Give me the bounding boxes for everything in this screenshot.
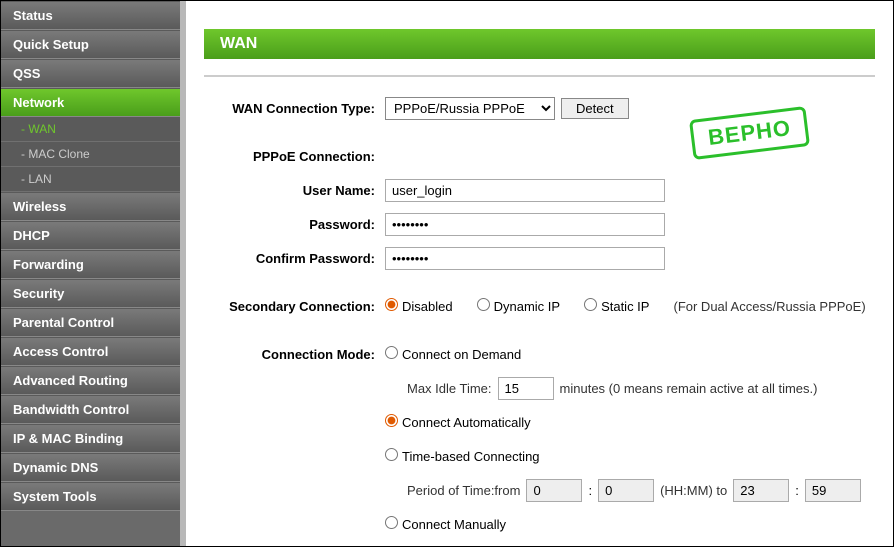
label-confirm: Confirm Password: (210, 251, 385, 266)
radio-mode-auto[interactable]: Connect Automatically (385, 414, 531, 430)
sidebar-sub-mac-clone[interactable]: - MAC Clone (1, 142, 180, 167)
label-pppoe: PPPoE Connection: (210, 149, 385, 164)
radio-secondary-dynamic[interactable]: Dynamic IP (477, 298, 560, 314)
radio-mode-timebased[interactable]: Time-based Connecting (385, 448, 540, 464)
sidebar-item-advanced-routing[interactable]: Advanced Routing (1, 366, 180, 395)
sidebar-item-qss[interactable]: QSS (1, 59, 180, 88)
minutes-note-1: minutes (0 means remain active at all ti… (560, 381, 818, 396)
sidebar-item-parental-control[interactable]: Parental Control (1, 308, 180, 337)
password-input[interactable] (385, 213, 665, 236)
select-conn-type[interactable]: PPPoE/Russia PPPoE (385, 97, 555, 120)
period-to-m[interactable] (805, 479, 861, 502)
label-username: User Name: (210, 183, 385, 198)
sidebar: Status Quick Setup QSS Network - WAN - M… (1, 1, 186, 546)
label-mode: Connection Mode: (210, 347, 385, 362)
label-hhmm-to: (HH:MM) to (660, 483, 727, 498)
sidebar-item-status[interactable]: Status (1, 1, 180, 30)
sidebar-item-network[interactable]: Network (1, 88, 180, 117)
label-password: Password: (210, 217, 385, 232)
label-secondary: Secondary Connection: (210, 299, 385, 314)
max-idle-input-1[interactable] (498, 377, 554, 400)
main-panel: WAN ВЕРНО WAN Connection Type: PPPoE/Rus… (186, 1, 893, 546)
sidebar-sub-lan[interactable]: - LAN (1, 167, 180, 192)
sidebar-item-ip-mac-binding[interactable]: IP & MAC Binding (1, 424, 180, 453)
period-from-h[interactable] (526, 479, 582, 502)
radio-mode-ondemand[interactable]: Connect on Demand (385, 346, 521, 362)
sidebar-sub-wan[interactable]: - WAN (1, 117, 180, 142)
period-to-h[interactable] (733, 479, 789, 502)
username-input[interactable] (385, 179, 665, 202)
sidebar-item-security[interactable]: Security (1, 279, 180, 308)
sidebar-item-system-tools[interactable]: System Tools (1, 482, 180, 511)
confirm-input[interactable] (385, 247, 665, 270)
detect-button[interactable]: Detect (561, 98, 629, 119)
sidebar-item-access-control[interactable]: Access Control (1, 337, 180, 366)
sidebar-item-dynamic-dns[interactable]: Dynamic DNS (1, 453, 180, 482)
radio-secondary-disabled[interactable]: Disabled (385, 298, 453, 314)
sidebar-item-bandwidth-control[interactable]: Bandwidth Control (1, 395, 180, 424)
page-title: WAN (204, 29, 875, 59)
radio-secondary-static[interactable]: Static IP (584, 298, 649, 314)
period-from-m[interactable] (598, 479, 654, 502)
sidebar-item-quick-setup[interactable]: Quick Setup (1, 30, 180, 59)
sidebar-item-forwarding[interactable]: Forwarding (1, 250, 180, 279)
label-conn-type: WAN Connection Type: (210, 101, 385, 116)
label-period: Period of Time:from (407, 483, 520, 498)
sidebar-item-dhcp[interactable]: DHCP (1, 221, 180, 250)
secondary-note: (For Dual Access/Russia PPPoE) (673, 299, 865, 314)
label-max-idle-1: Max Idle Time: (407, 381, 492, 396)
radio-mode-manual[interactable]: Connect Manually (385, 516, 506, 532)
sidebar-item-wireless[interactable]: Wireless (1, 192, 180, 221)
